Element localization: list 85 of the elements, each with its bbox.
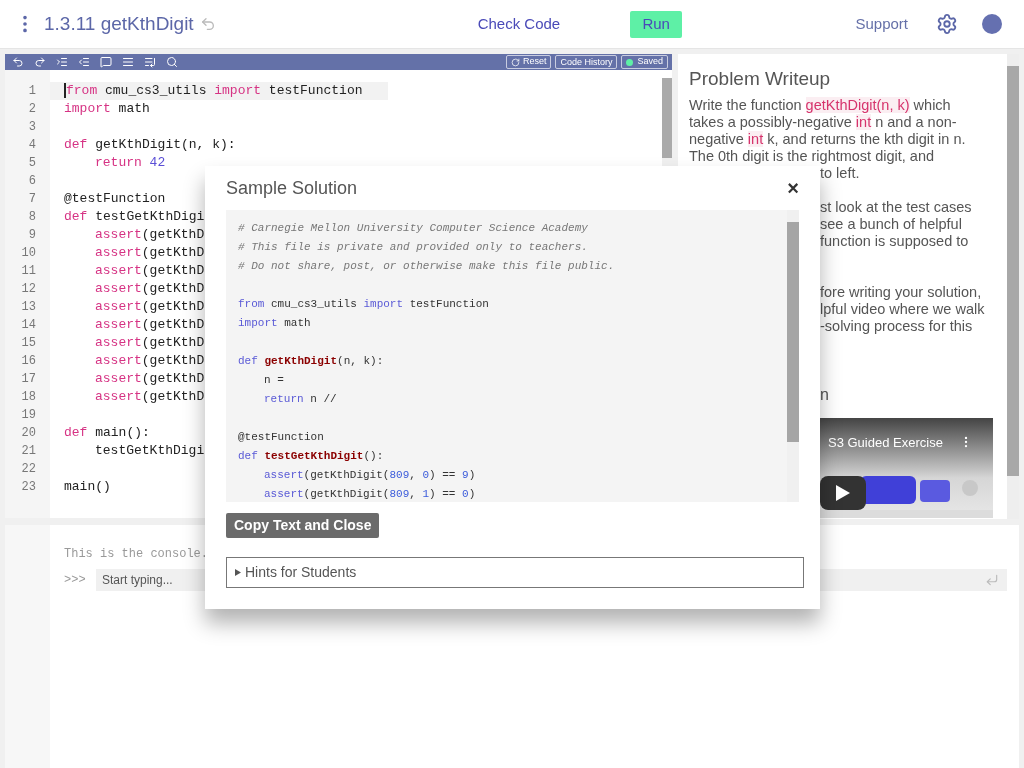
writeup-text: function is supposed to [820,233,970,250]
saved-button[interactable]: Saved [621,55,668,69]
code-line: assert(getKthD [95,389,205,404]
code-line: assert(getKthD [95,353,205,368]
video-title: S3 Guided Exercise [828,434,943,451]
code-line: assert(getKthD [95,371,205,386]
console-prompt: >>> [64,572,87,589]
code-line: assert(getKthD [95,317,205,332]
close-button[interactable]: × [787,178,799,198]
writeup-text: see a bunch of helpful [820,216,963,233]
writeup-title: Problem Writeup [689,67,832,91]
code-line: n = [264,374,284,386]
code-line: return n // [264,393,337,405]
line-number: 3 [27,119,37,136]
check-code-button[interactable]: Check Code [471,8,567,40]
line-number: 9 [27,227,37,244]
line-number: 5 [27,155,37,172]
code-line: from cmu_cs3_utils import testFunction [64,83,363,98]
support-link[interactable]: Support [855,12,908,36]
line-number: 12 [20,281,37,298]
code-line: assert(getKthD [95,335,205,350]
code-line: # Carnegie Mellon University Computer Science Academy [238,222,588,234]
code-line: def getKthDigit(n, k): [238,355,384,367]
line-number: 13 [20,299,37,316]
writeup-text: st look at the test cases [820,199,973,216]
code-line: def main(): [64,425,150,440]
line-number: 2 [27,101,37,118]
code-line: from cmu_cs3_utils import testFunction [238,298,489,310]
video-player[interactable]: S3 Guided Exercise [820,418,993,518]
line-number: 16 [20,353,37,370]
code-line: assert(getKthD [95,299,205,314]
reset-button[interactable]: Reset [505,55,552,69]
writeup-text: lpful video where we walk [820,301,986,318]
line-number: 22 [20,461,37,478]
play-icon [836,485,850,501]
writeup-text: to left. [820,165,861,182]
line-number: 4 [27,137,37,154]
console-intro: This is the console. [64,546,210,563]
line-number: 10 [20,245,37,262]
caret-right-icon [235,569,241,576]
settings-icon[interactable] [936,13,958,35]
code-line: assert(getKthD [95,227,205,242]
line-number: 1 [27,83,37,100]
code-line: def testGetKthDigi [64,209,205,224]
dialog-title: Sample Solution [226,176,358,200]
code-line: assert(getKthD [95,245,205,260]
copy-button[interactable]: Copy Text and Close [226,513,380,538]
hints-toggle[interactable]: Hints for Students [226,557,804,588]
code-line: assert(getKthD [95,263,205,278]
code-line: # Do not share, post, or otherwise make this file public. [238,260,615,272]
line-number: 14 [20,317,37,334]
code-line: def getKthDigit(n, k): [64,137,236,152]
code-line: assert(getKthD [95,281,205,296]
code-line: import math [238,317,311,329]
code-line: main() [64,479,111,494]
code-line: assert(getKthDigit(809, 0) == 9) [264,469,476,481]
line-number: 8 [27,209,37,226]
line-number: 7 [27,191,37,208]
run-button[interactable]: Run [630,10,683,38]
code-line: import math [64,101,150,116]
code-line: @testFunction [238,431,324,443]
line-number: 19 [20,407,37,424]
avatar[interactable] [982,14,1002,34]
code-line: return 42 [95,155,166,170]
writeup-text: -solving process for this [820,318,974,335]
line-number: 18 [20,389,37,406]
line-number: 23 [20,479,37,496]
line-number: 15 [20,335,37,352]
code-line: # This file is private and provided only to teachers. [238,241,588,253]
code-history-button[interactable]: Code History [555,55,618,69]
line-number: 21 [20,443,37,460]
line-number: 17 [20,371,37,388]
play-button[interactable] [820,476,866,510]
writeup-text: fore writing your solution, [820,284,983,301]
writeup-text: The 0th digit is the rightmost digit, and [689,148,936,165]
code-line: testGetKthDigi [95,443,205,458]
reload-icon [510,57,520,67]
assignment-title: 1.3.11 getKthDigit [44,11,194,36]
line-number: 11 [20,263,37,280]
code-line: assert(getKthDigit(809, 1) == 0) [264,488,476,500]
line-number: 20 [20,425,37,442]
code-line: def testGetKthDigit(): [238,450,384,462]
code-line: @testFunction [64,191,166,206]
writeup-text: n [820,386,830,403]
line-number: 6 [27,173,37,190]
